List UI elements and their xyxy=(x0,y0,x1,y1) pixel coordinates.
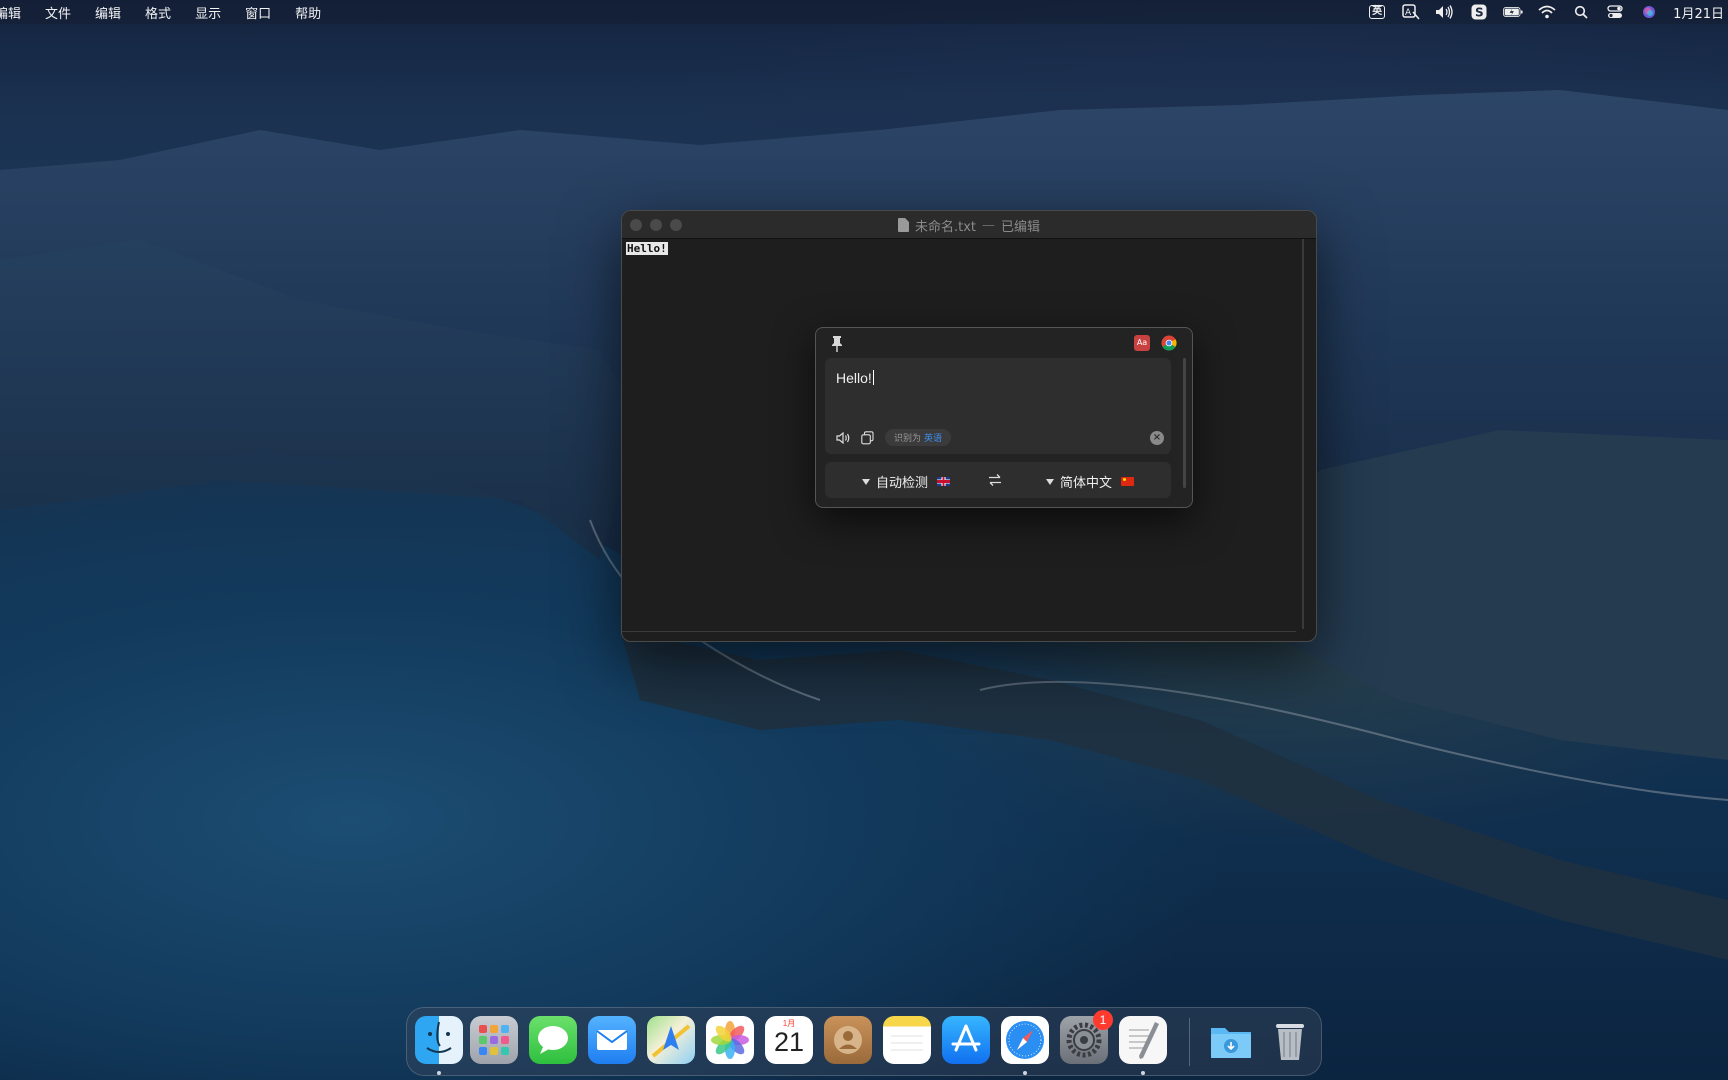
menu-window[interactable]: 窗口 xyxy=(233,3,283,22)
swap-languages-icon[interactable] xyxy=(987,472,1003,488)
app-store-icon[interactable] xyxy=(942,1016,990,1064)
menu-help[interactable]: 帮助 xyxy=(283,3,333,22)
siri-icon[interactable] xyxy=(1639,4,1659,20)
messages-icon[interactable] xyxy=(529,1016,577,1064)
input-value[interactable]: Hello! xyxy=(836,370,872,386)
finder-icon[interactable] xyxy=(415,1016,463,1064)
window-titlebar[interactable]: 未命名.txt — 已编辑 xyxy=(622,211,1316,239)
detected-prefix: 识别为 xyxy=(894,434,922,444)
notification-badge: 1 xyxy=(1093,1010,1113,1030)
menu-app-name[interactable]: 编辑 xyxy=(0,3,33,22)
speaker-icon[interactable] xyxy=(836,431,852,445)
copy-icon[interactable] xyxy=(861,431,874,445)
target-language-select[interactable]: 简体中文 xyxy=(1046,472,1135,491)
dock-separator xyxy=(1189,1018,1190,1066)
system-preferences-icon[interactable]: 1 xyxy=(1060,1010,1113,1064)
trash-icon[interactable] xyxy=(1266,1016,1314,1064)
dictionary-icon[interactable]: Aa xyxy=(1134,335,1150,351)
notes-icon[interactable] xyxy=(883,1016,931,1064)
dropdown-arrow-icon xyxy=(862,478,870,485)
detected-language-badge: 识别为 英语 xyxy=(885,429,952,446)
uk-flag-icon xyxy=(937,477,951,486)
translation-input[interactable]: Hello! 识别为 英语 × xyxy=(825,358,1171,454)
pin-icon[interactable] xyxy=(830,335,844,353)
source-language-select[interactable]: 自动检测 xyxy=(862,472,951,491)
document-status: 已编辑 xyxy=(1001,219,1041,235)
launchpad-icon[interactable] xyxy=(470,1016,518,1064)
document-name: 未命名.txt xyxy=(914,219,976,235)
menu-edit[interactable]: 编辑 xyxy=(83,3,133,22)
editor-content[interactable]: Hello! xyxy=(626,242,668,255)
battery-icon[interactable] xyxy=(1503,4,1523,20)
textedit-icon[interactable] xyxy=(1119,1016,1167,1064)
input-text[interactable]: Hello! xyxy=(836,370,874,386)
detected-language[interactable]: 英语 xyxy=(924,431,942,444)
calendar-day: 21 xyxy=(773,1027,805,1057)
target-language-label: 简体中文 xyxy=(1060,476,1113,491)
dock: 1月 21 1 xyxy=(406,1007,1322,1076)
downloads-folder-icon[interactable] xyxy=(1207,1016,1255,1064)
safari-icon[interactable] xyxy=(1001,1016,1049,1064)
menu-format[interactable]: 格式 xyxy=(133,3,183,22)
input-method-icon[interactable]: 英 xyxy=(1367,4,1387,20)
document-icon xyxy=(897,218,909,232)
china-flag-icon xyxy=(1121,477,1135,486)
contacts-icon[interactable] xyxy=(824,1016,872,1064)
wifi-icon[interactable] xyxy=(1537,4,1557,20)
menu-clock[interactable]: 1月21日 xyxy=(1673,3,1724,22)
menu-view[interactable]: 显示 xyxy=(183,3,233,22)
status-area: 英 A S 1月21日 xyxy=(1367,0,1728,24)
translator-popup: Aa Hello! 识别为 英语 × 自动检测 简体中文 xyxy=(815,327,1193,508)
volume-icon[interactable] xyxy=(1435,4,1455,20)
safari-running-indicator xyxy=(1023,1071,1027,1075)
window-title: 未命名.txt — 已编辑 xyxy=(622,211,1316,239)
menu-file[interactable]: 文件 xyxy=(33,3,83,22)
menu-bar: 编辑 文件 编辑 格式 显示 窗口 帮助 英 A S 1月21日 xyxy=(0,0,1728,24)
language-bar: 自动检测 简体中文 xyxy=(825,462,1171,498)
source-language-label: 自动检测 xyxy=(876,476,929,491)
text-caret xyxy=(872,370,874,385)
calendar-icon[interactable]: 1月 21 xyxy=(765,1016,813,1064)
dropdown-arrow-icon xyxy=(1046,478,1054,485)
clear-input-icon[interactable]: × xyxy=(1150,431,1164,445)
title-separator: — xyxy=(982,217,995,233)
textedit-running-indicator xyxy=(1141,1071,1145,1075)
sogou-icon[interactable]: S xyxy=(1469,4,1489,20)
vertical-scrollbar[interactable] xyxy=(1302,239,1304,629)
google-translate-icon[interactable] xyxy=(1161,335,1177,351)
horizontal-scrollbar[interactable] xyxy=(622,631,1296,632)
maps-icon[interactable] xyxy=(647,1016,695,1064)
control-center-icon[interactable] xyxy=(1605,4,1625,20)
svg-text:A: A xyxy=(1405,8,1412,18)
spotlight-search-icon[interactable] xyxy=(1571,4,1591,20)
photos-icon[interactable] xyxy=(706,1016,754,1064)
svg-text:S: S xyxy=(1475,6,1484,20)
popup-scrollbar[interactable] xyxy=(1183,358,1186,488)
translate-icon[interactable]: A xyxy=(1401,4,1421,20)
finder-running-indicator xyxy=(437,1071,441,1075)
mail-icon[interactable] xyxy=(588,1016,636,1064)
